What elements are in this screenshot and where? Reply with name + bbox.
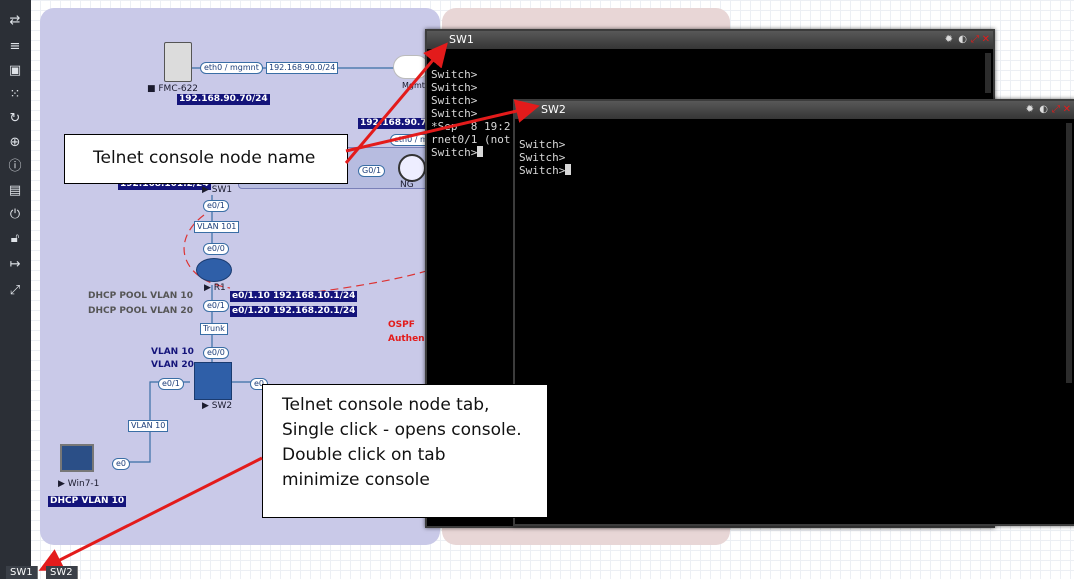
- tab-sw2[interactable]: SW2: [46, 566, 78, 579]
- annotation-arrows: [38, 42, 540, 571]
- tab-sw1[interactable]: SW1: [6, 566, 38, 579]
